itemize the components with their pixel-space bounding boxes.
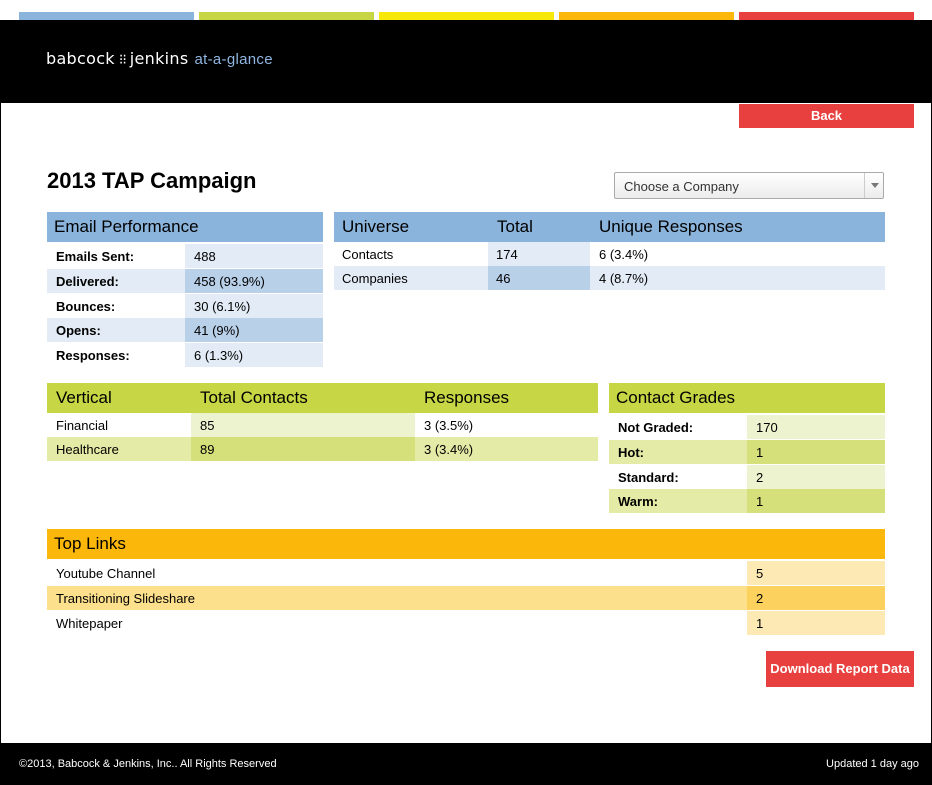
universe-total: 46: [488, 266, 590, 290]
top-links-table: Top Links Youtube Channel 5 Transitionin…: [47, 529, 885, 636]
table-row[interactable]: Whitepaper 1: [47, 611, 885, 635]
header: babcock ⁝⁝ jenkins at-a-glance: [0, 20, 932, 103]
vertical-header: Vertical Total Contacts Responses: [47, 383, 598, 413]
col-header-total: Total: [497, 217, 533, 236]
link-count: 2: [747, 586, 885, 610]
contact-grades-title: Contact Grades: [616, 388, 736, 407]
vertical-name: Financial: [47, 413, 191, 437]
vertical-table: Vertical Total Contacts Responses Financ…: [47, 383, 598, 461]
contact-grades-table: Contact Grades Not Graded: 170 Hot: 1 St…: [609, 383, 885, 514]
grade-value: 1: [747, 489, 885, 513]
link-count: 1: [747, 611, 885, 635]
row-value: 41 (9%): [185, 318, 323, 342]
footer-updated: Updated 1 day ago: [826, 758, 919, 770]
grade-value: 2: [747, 465, 885, 489]
stripe-orange: [559, 12, 734, 20]
chevron-down-icon[interactable]: [864, 173, 883, 198]
grade-value: 170: [747, 415, 885, 439]
link-name[interactable]: Youtube Channel: [47, 561, 747, 585]
link-count: 5: [747, 561, 885, 585]
vertical-responses: 3 (3.5%): [415, 413, 598, 437]
universe-name: Companies: [334, 266, 488, 290]
brand-name-right: jenkins: [129, 49, 189, 68]
row-label: Delivered:: [47, 269, 185, 293]
table-row: Bounces: 30 (6.1%): [47, 294, 323, 318]
universe-total: 174: [488, 242, 590, 266]
vertical-responses: 3 (3.4%): [415, 437, 598, 461]
col-header-universe: Universe: [342, 217, 410, 236]
col-header-total-contacts: Total Contacts: [200, 388, 308, 407]
table-row: Standard: 2: [609, 465, 885, 489]
top-links-header: Top Links: [47, 529, 885, 559]
brand-logo[interactable]: babcock ⁝⁝ jenkins at-a-glance: [46, 49, 273, 68]
col-header-unique-responses: Unique Responses: [599, 217, 743, 236]
email-performance-table: Email Performance Emails Sent: 488 Deliv…: [47, 212, 323, 368]
table-row: Contacts 174 6 (3.4%): [334, 242, 885, 266]
color-stripe: [0, 12, 932, 20]
col-header-vertical: Vertical: [56, 388, 112, 407]
row-label: Responses:: [47, 343, 185, 367]
grade-value: 1: [747, 440, 885, 464]
grade-label: Warm:: [609, 489, 747, 513]
table-row: Companies 46 4 (8.7%): [334, 266, 885, 290]
universe-header: Universe Total Unique Responses: [334, 212, 885, 242]
row-value: 458 (93.9%): [185, 269, 323, 293]
contact-grades-header: Contact Grades: [609, 383, 885, 413]
page-frame-left: [0, 103, 1, 743]
table-row: Healthcare 89 3 (3.4%): [47, 437, 598, 461]
footer: ©2013, Babcock & Jenkins, Inc.. All Righ…: [0, 743, 932, 785]
table-row: Warm: 1: [609, 489, 885, 513]
brand-name-left: babcock: [46, 49, 115, 68]
row-value: 30 (6.1%): [185, 294, 323, 318]
back-button[interactable]: Back: [739, 104, 914, 128]
table-row: Emails Sent: 488: [47, 244, 323, 268]
col-header-responses: Responses: [424, 388, 510, 407]
brand-dots-icon: ⁝⁝: [118, 52, 127, 68]
email-performance-header: Email Performance: [47, 212, 323, 242]
row-value: 6 (1.3%): [185, 343, 323, 367]
vertical-total: 89: [191, 437, 415, 461]
table-row[interactable]: Youtube Channel 5: [47, 561, 885, 585]
universe-table: Universe Total Unique Responses Contacts…: [334, 212, 885, 290]
vertical-total: 85: [191, 413, 415, 437]
grade-label: Hot:: [609, 440, 747, 464]
table-row: Delivered: 458 (93.9%): [47, 269, 323, 293]
universe-name: Contacts: [334, 242, 488, 266]
link-name[interactable]: Transitioning Slideshare: [47, 586, 747, 610]
email-performance-title: Email Performance: [54, 217, 199, 236]
brand-tagline: at-a-glance: [194, 51, 273, 68]
link-name[interactable]: Whitepaper: [47, 611, 747, 635]
stripe-red: [739, 12, 914, 20]
row-label: Bounces:: [47, 294, 185, 318]
table-row[interactable]: Transitioning Slideshare 2: [47, 586, 885, 610]
stripe-green: [199, 12, 374, 20]
row-label: Opens:: [47, 318, 185, 342]
table-row: Opens: 41 (9%): [47, 318, 323, 342]
grade-label: Not Graded:: [609, 415, 747, 439]
stripe-blue: [19, 12, 194, 20]
page-title: 2013 TAP Campaign: [47, 168, 257, 193]
footer-copyright: ©2013, Babcock & Jenkins, Inc.. All Righ…: [19, 758, 277, 770]
stripe-yellow: [379, 12, 554, 20]
table-row: Hot: 1: [609, 440, 885, 464]
row-label: Emails Sent:: [47, 244, 185, 268]
table-row: Financial 85 3 (3.5%): [47, 413, 598, 437]
universe-unique: 4 (8.7%): [590, 266, 885, 290]
top-links-title: Top Links: [54, 534, 126, 553]
download-report-button[interactable]: Download Report Data: [766, 651, 914, 687]
table-row: Responses: 6 (1.3%): [47, 343, 323, 367]
table-row: Not Graded: 170: [609, 415, 885, 439]
company-select[interactable]: Choose a Company: [614, 172, 884, 199]
vertical-name: Healthcare: [47, 437, 191, 461]
company-select-value: Choose a Company: [624, 179, 739, 194]
row-value: 488: [185, 244, 323, 268]
grade-label: Standard:: [609, 465, 747, 489]
universe-unique: 6 (3.4%): [590, 242, 885, 266]
